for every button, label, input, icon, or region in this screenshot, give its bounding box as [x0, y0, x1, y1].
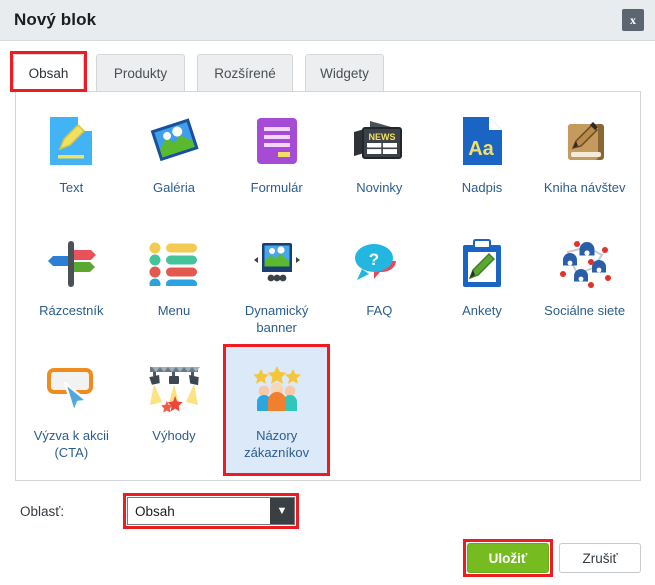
block-item-vyhody[interactable]: Výhody	[123, 346, 226, 474]
testimonials-icon	[248, 360, 306, 418]
save-button[interactable]: Uložiť	[467, 543, 549, 573]
area-select-value: Obsah	[135, 503, 175, 519]
block-item-novinky-label: Novinky	[356, 180, 403, 195]
block-item-kniha-navstev-label: Kniha návštev	[543, 180, 626, 195]
block-item-ankety-label: Ankety	[462, 303, 502, 318]
block-item-vyhody-label: Výhody	[152, 428, 196, 443]
block-item-nadpis-label: Nadpis	[461, 180, 503, 195]
tab-widgety-label: Widgety	[320, 65, 369, 81]
close-icon[interactable]: x	[622, 9, 644, 31]
block-item-menu[interactable]: Menu	[123, 221, 226, 346]
tab-bar: Obsah Produkty Rozšírené Widgety	[0, 41, 655, 91]
svg-text:NEWS: NEWS	[369, 132, 396, 142]
text-document-icon	[42, 112, 100, 170]
block-type-panel: Text Galéria Formulár NEWS Novinky Aa Na…	[15, 91, 641, 481]
area-label: Oblasť:	[20, 504, 65, 519]
poll-clipboard-icon	[453, 235, 511, 293]
svg-text:Aa: Aa	[468, 138, 494, 160]
gallery-image-icon	[145, 112, 203, 170]
block-item-formular-label: Formulár	[250, 180, 303, 195]
form-icon	[248, 112, 306, 170]
tab-obsah[interactable]: Obsah	[13, 54, 84, 91]
block-item-ankety[interactable]: Ankety	[431, 221, 534, 346]
svg-text:?: ?	[369, 250, 379, 269]
area-select[interactable]: Obsah ▼	[127, 497, 295, 525]
area-row: Oblasť: Obsah ▼	[0, 493, 655, 536]
block-item-nazory-zakaznikov-label: Názory zákazníkov	[244, 428, 310, 460]
new-block-dialog: Nový blok x Obsah Produkty Rozšírené Wid…	[0, 0, 655, 585]
block-item-cta[interactable]: Výzva k akcii (CTA)	[20, 346, 123, 474]
tab-obsah-label: Obsah	[28, 65, 69, 81]
guestbook-icon	[556, 112, 614, 170]
tab-widgety[interactable]: Widgety	[305, 54, 384, 91]
page-title: Nový blok	[14, 10, 97, 29]
block-item-formular[interactable]: Formulár	[225, 98, 328, 221]
block-item-razcestnik[interactable]: Rázcestník	[20, 221, 123, 346]
chevron-down-icon[interactable]: ▼	[270, 498, 294, 524]
tab-rozsirene-label: Rozšírené	[214, 65, 276, 81]
block-item-dynamicky-banner-label: Dynamický banner	[244, 303, 309, 335]
faq-speech-icon: ?	[350, 235, 408, 293]
cta-cursor-icon	[42, 360, 100, 418]
news-icon: NEWS	[350, 112, 408, 170]
block-item-text-label: Text	[59, 180, 84, 195]
block-item-socialne-siete[interactable]: Sociálne siete	[533, 221, 636, 346]
block-item-dynamicky-banner[interactable]: Dynamický banner	[225, 221, 328, 346]
menu-list-icon	[145, 235, 203, 293]
dynamic-banner-icon	[248, 235, 306, 293]
block-item-kniha-navstev[interactable]: Kniha návštev	[533, 98, 636, 221]
block-item-cta-label: Výzva k akcii (CTA)	[33, 428, 109, 460]
block-item-nadpis[interactable]: Aa Nadpis	[431, 98, 534, 221]
save-button-wrap: Uložiť	[463, 539, 553, 577]
block-item-socialne-siete-label: Sociálne siete	[544, 303, 626, 318]
dialog-footer-buttons: Uložiť Zrušiť	[463, 539, 641, 577]
tab-produkty[interactable]: Produkty	[96, 54, 185, 91]
heading-aa-icon: Aa	[453, 112, 511, 170]
tab-rozsirene[interactable]: Rozšírené	[197, 54, 293, 91]
block-grid: Text Galéria Formulár NEWS Novinky Aa Na…	[16, 92, 640, 480]
block-item-faq[interactable]: ? FAQ	[328, 221, 431, 346]
signpost-icon	[42, 235, 100, 293]
tab-produkty-label: Produkty	[113, 65, 168, 81]
block-item-menu-label: Menu	[157, 303, 191, 318]
block-item-razcestnik-label: Rázcestník	[39, 303, 104, 318]
social-network-icon	[556, 235, 614, 293]
block-item-novinky[interactable]: NEWS Novinky	[328, 98, 431, 221]
block-item-faq-label: FAQ	[366, 303, 393, 318]
cancel-button[interactable]: Zrušiť	[559, 543, 641, 573]
benefits-spotlight-icon	[145, 360, 203, 418]
block-item-text[interactable]: Text	[20, 98, 123, 221]
block-item-nazory-zakaznikov[interactable]: Názory zákazníkov	[223, 344, 330, 476]
block-item-galeria-label: Galéria	[153, 180, 195, 195]
dialog-titlebar: Nový blok x	[0, 0, 655, 41]
block-item-galeria[interactable]: Galéria	[123, 98, 226, 221]
